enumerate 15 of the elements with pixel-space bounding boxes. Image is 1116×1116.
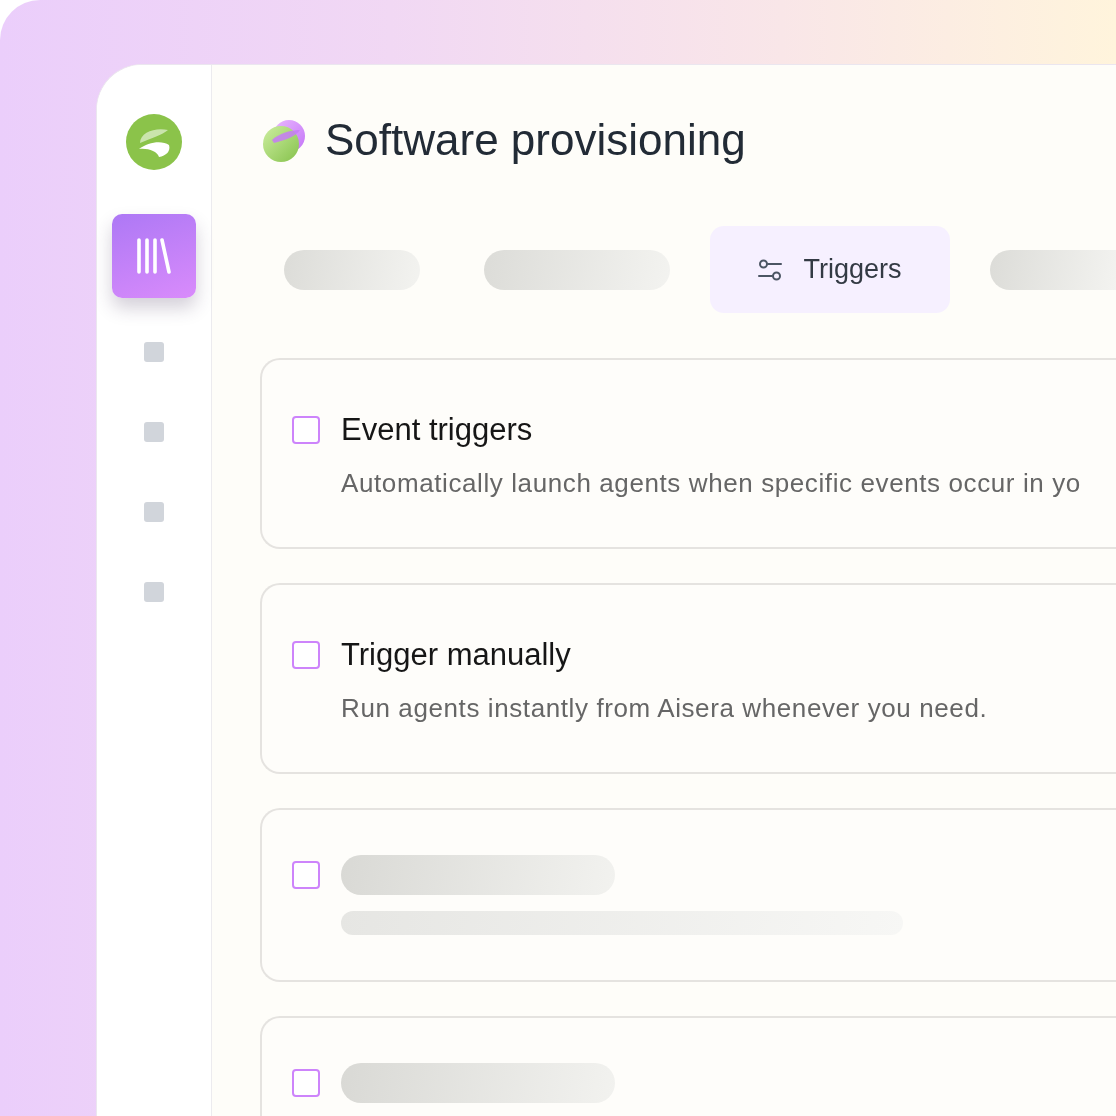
tab[interactable]: Triggers <box>710 226 950 313</box>
orb-icon <box>262 118 306 162</box>
logo-icon <box>126 114 182 170</box>
checkbox[interactable] <box>292 1069 320 1097</box>
option-title: Event triggers <box>341 412 533 448</box>
nav-item[interactable] <box>112 214 196 298</box>
option-title: Trigger manually <box>341 637 571 673</box>
sliders-icon <box>758 257 783 282</box>
checkbox[interactable] <box>292 416 320 444</box>
checkbox[interactable] <box>292 641 320 669</box>
option-description: Run agents instantly from Aisera whenever you need. <box>341 692 988 724</box>
page-title: Software provisioning <box>325 114 746 166</box>
library-icon <box>136 237 172 275</box>
checkbox[interactable] <box>292 861 320 889</box>
option-description: Automatically launch agents when specific events occur in yo <box>341 467 1081 499</box>
